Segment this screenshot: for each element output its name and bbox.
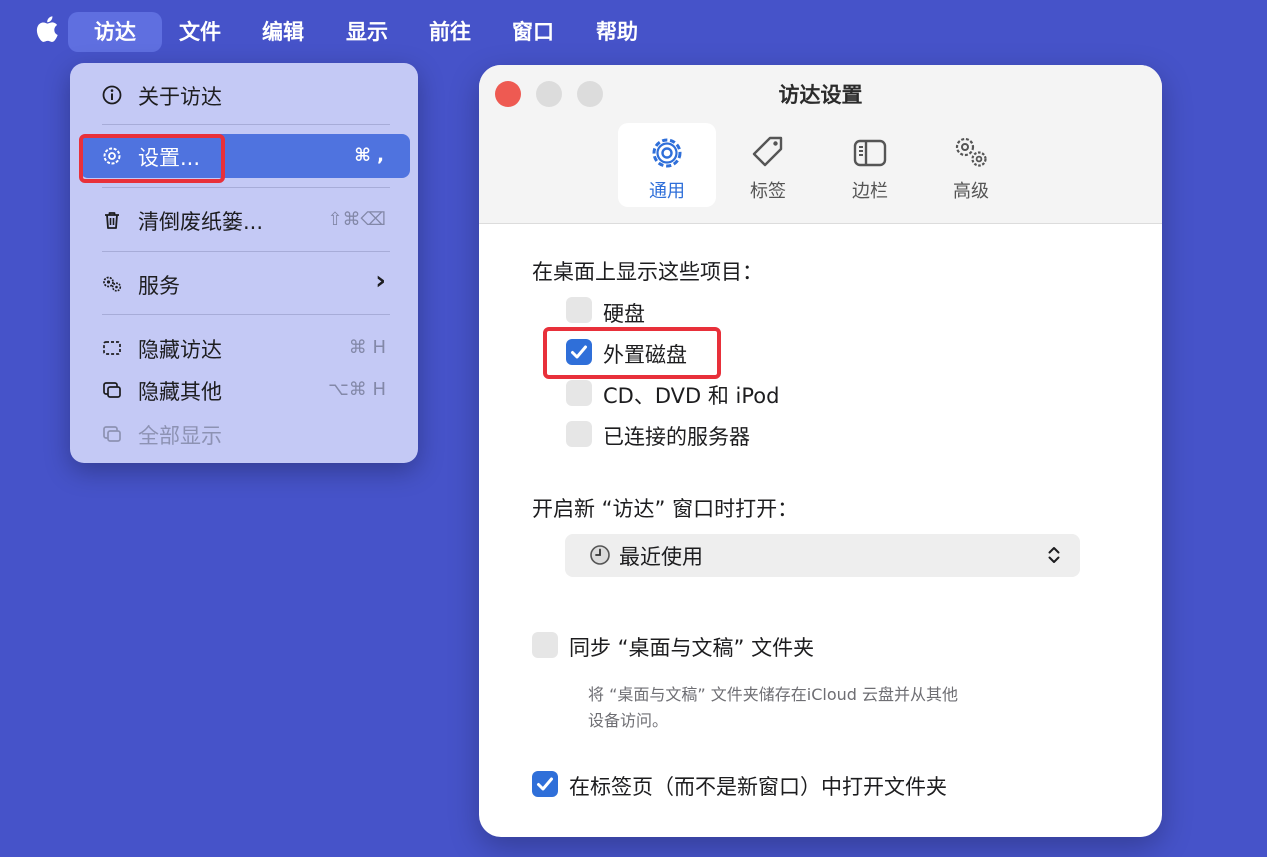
finder-settings-window: 访达设置 通用 标签 边栏 高级 在桌面上显示这些项目： 硬盘 外置磁盘 CD、… [479, 65, 1162, 837]
chevron-right-icon: › [375, 266, 386, 296]
show-all-icon [103, 426, 121, 442]
window-title: 访达设置 [778, 83, 863, 107]
popup-value: 最近使用 [619, 545, 703, 569]
sync-note-line: 将 “桌面与文稿” 文件夹储存在iCloud 云盘并从其他 [588, 685, 958, 704]
checkbox-label: 已连接的服务器 [603, 425, 750, 449]
menu-item-label: 隐藏其他 [138, 380, 222, 404]
menubar-finder[interactable]: 访达 [68, 12, 162, 52]
checkbox-label: 在标签页（而不是新窗口）中打开文件夹 [569, 775, 947, 799]
tab-label: 标签 [750, 181, 786, 202]
menu-item-show-all[interactable]: 全部显示 [70, 414, 418, 454]
finder-menu: 关于访达 设置... ⌘ , 清倒废纸篓... ⇧⌘⌫ 服务 › 隐藏访达 ⌘ … [70, 63, 418, 463]
tab-label: 高级 [953, 181, 989, 202]
gear-icon [652, 138, 682, 168]
hide-others-icon [103, 382, 121, 398]
menu-item-label: 全部显示 [138, 424, 222, 448]
info-icon [102, 85, 122, 105]
checkbox-cds-dvds-ipods[interactable] [566, 380, 592, 406]
menubar-file[interactable]: 文件 [179, 12, 221, 52]
menu-item-empty-trash[interactable]: 清倒废纸篓... ⇧⌘⌫ [70, 200, 418, 240]
shortcut-label: ⌥⌘ H [328, 379, 386, 400]
apple-logo-icon[interactable] [33, 14, 59, 44]
window-toolbar: 访达设置 通用 标签 边栏 高级 [479, 65, 1162, 224]
tab-tags[interactable]: 标签 [719, 123, 817, 207]
menu-item-about[interactable]: 关于访达 [70, 75, 418, 115]
menu-bar: 访达 文件 编辑 显示 前往 窗口 帮助 [0, 0, 1267, 62]
shortcut-label: ⌘ H [348, 337, 386, 358]
menu-item-label: 关于访达 [138, 85, 222, 109]
menubar-window[interactable]: 窗口 [512, 12, 554, 52]
tab-label: 边栏 [852, 181, 888, 202]
checkbox-label: 硬盘 [603, 302, 645, 326]
highlight-box-settings [79, 134, 225, 183]
menubar-help[interactable]: 帮助 [596, 12, 638, 52]
desktop-section-title: 在桌面上显示这些项目： [532, 260, 763, 284]
menu-separator [102, 187, 390, 188]
new-window-label: 开启新 “访达” 窗口时打开： [532, 497, 799, 521]
trash-icon [105, 212, 119, 229]
tab-sidebar[interactable]: 边栏 [821, 123, 919, 207]
menu-item-label: 隐藏访达 [138, 338, 222, 362]
sync-note-line: 设备访问。 [588, 711, 669, 730]
chevron-up-down-icon [1048, 547, 1060, 563]
tag-icon [752, 136, 783, 167]
menubar-edit[interactable]: 编辑 [262, 12, 304, 52]
menu-item-label: 服务 [138, 274, 180, 298]
menu-item-hide-finder[interactable]: 隐藏访达 ⌘ H [70, 328, 418, 368]
gears-icon [955, 137, 987, 167]
shortcut-label: ⇧⌘⌫ [327, 209, 386, 230]
clock-icon [590, 545, 610, 565]
gears-icon [103, 276, 122, 292]
tab-general[interactable]: 通用 [618, 123, 716, 207]
menu-separator [102, 251, 390, 252]
checkmark-icon [537, 777, 553, 791]
highlight-box-external-disks [543, 327, 721, 379]
menu-separator [102, 314, 390, 315]
menu-item-hide-others[interactable]: 隐藏其他 ⌥⌘ H [70, 370, 418, 410]
hide-window-icon [103, 341, 121, 355]
shortcut-label: ⌘ , [354, 145, 384, 166]
menu-separator [102, 124, 390, 125]
checkbox-open-in-tabs[interactable] [532, 771, 558, 797]
menubar-view[interactable]: 显示 [346, 12, 388, 52]
menubar-go[interactable]: 前往 [429, 12, 471, 52]
tab-label: 通用 [649, 181, 685, 202]
sync-note: 将 “桌面与文稿” 文件夹储存在iCloud 云盘并从其他 设备访问。 [588, 682, 1028, 734]
checkbox-label: CD、DVD 和 iPod [603, 384, 780, 408]
checkbox-label: 同步 “桌面与文稿” 文件夹 [569, 636, 815, 660]
menu-item-label: 清倒废纸篓... [138, 210, 264, 234]
new-window-popup[interactable]: 最近使用 [565, 534, 1080, 577]
menu-item-services[interactable]: 服务 › [70, 264, 418, 304]
checkbox-connected-servers[interactable] [566, 421, 592, 447]
checkbox-sync-desktop-documents[interactable] [532, 632, 558, 658]
tab-advanced[interactable]: 高级 [922, 123, 1020, 207]
sidebar-icon [853, 139, 887, 167]
checkbox-hard-disks[interactable] [566, 297, 592, 323]
